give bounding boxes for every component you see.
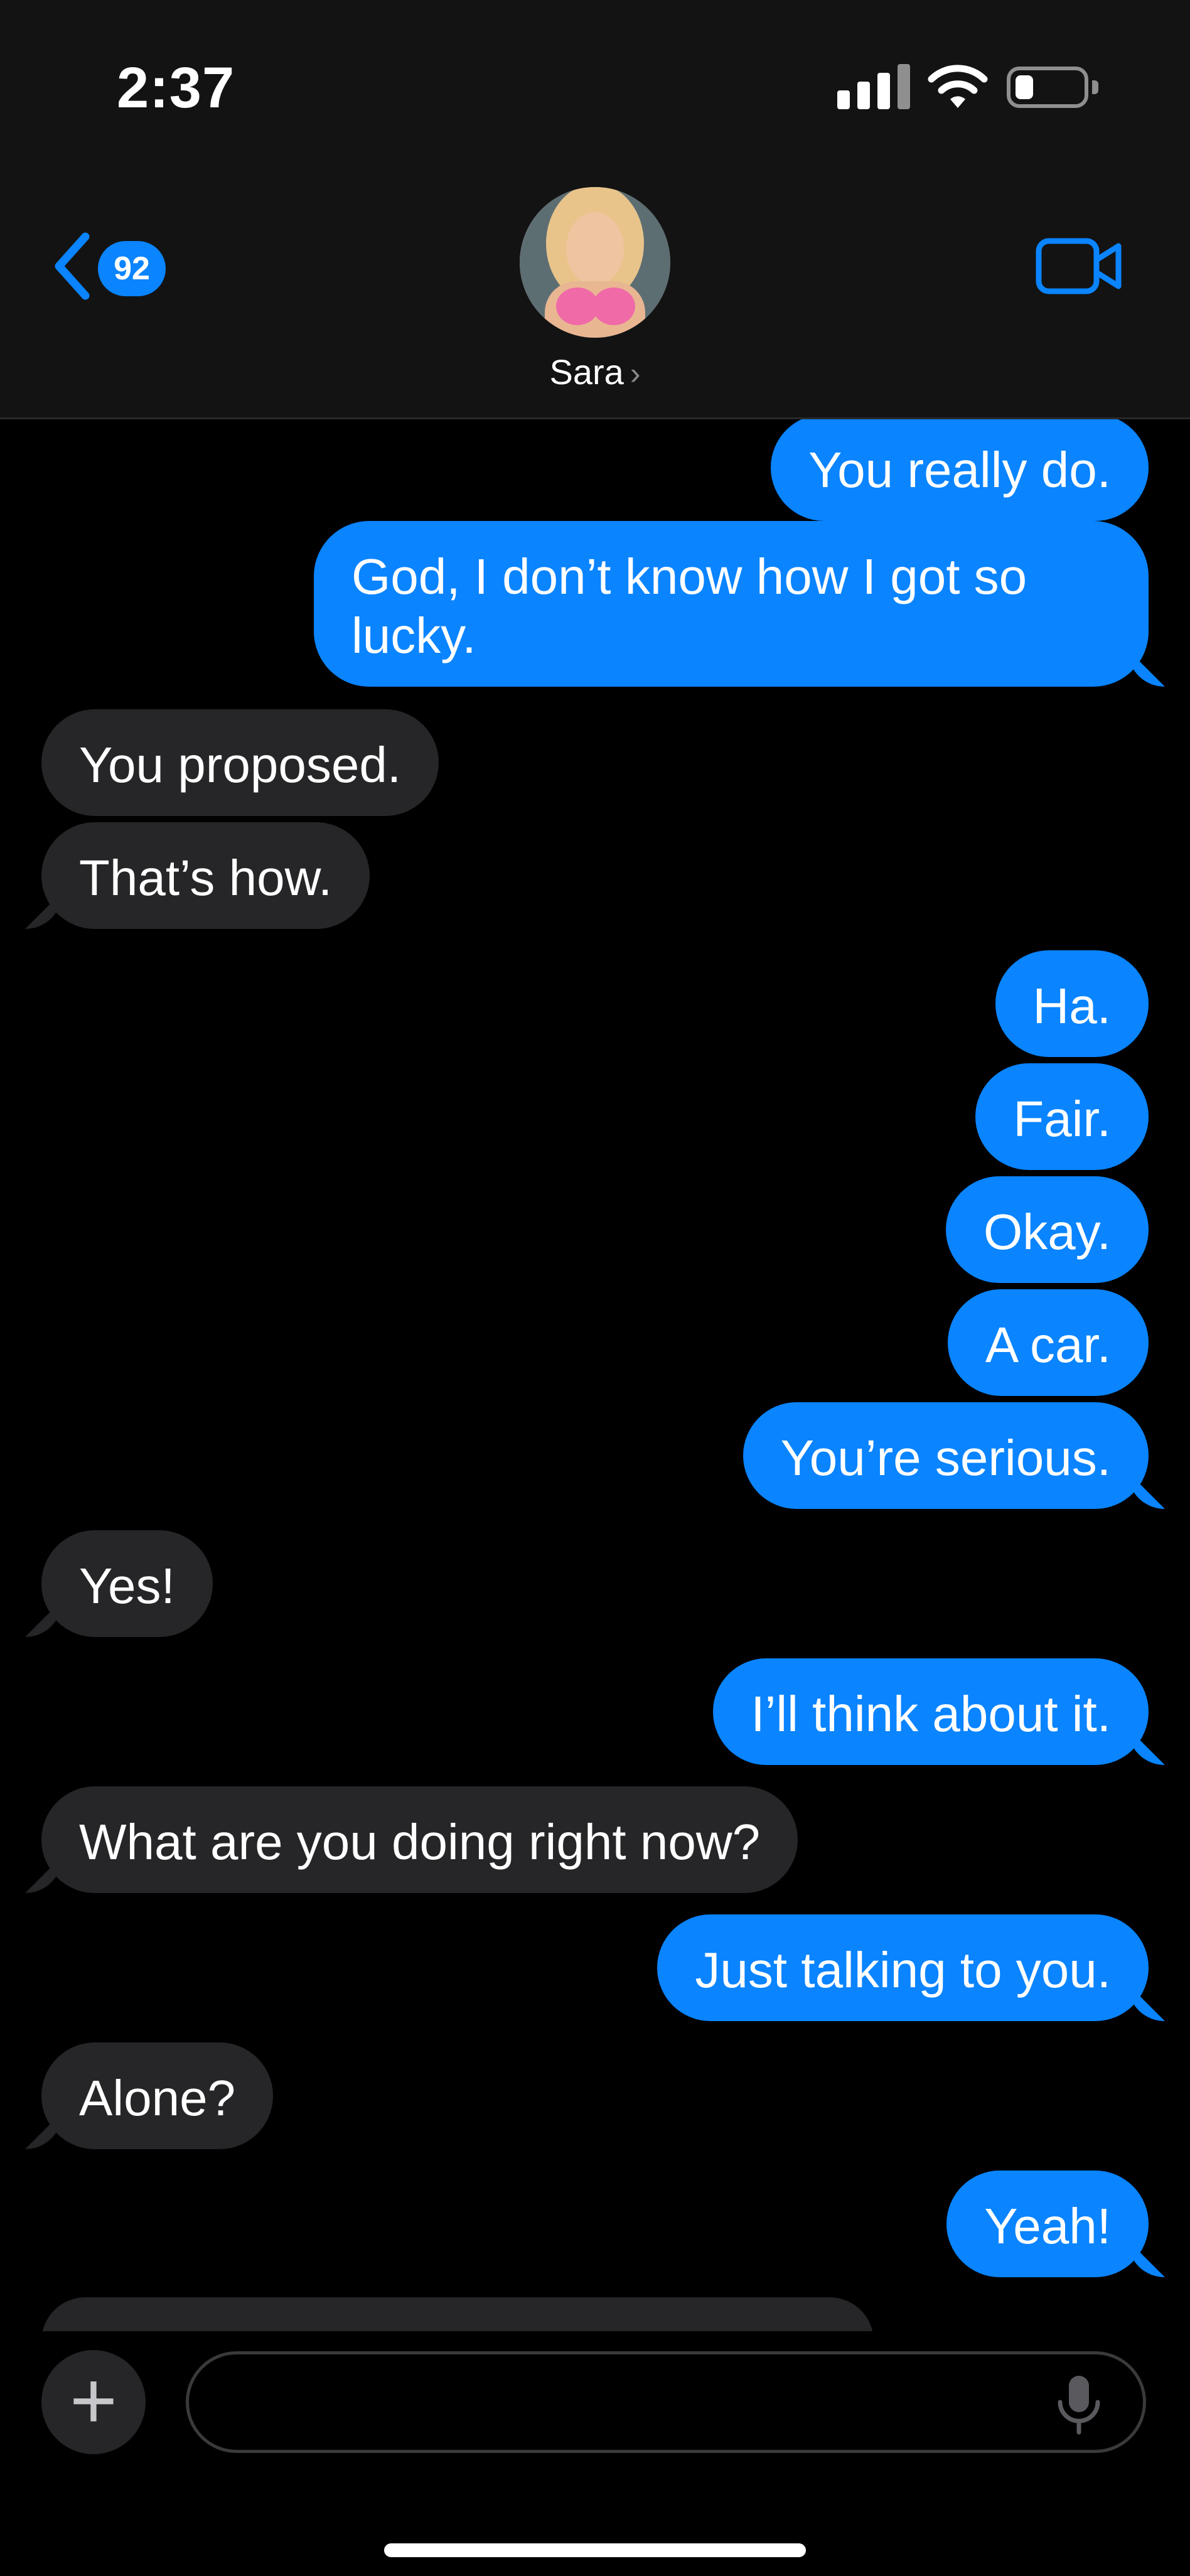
- battery-icon: [1007, 67, 1088, 108]
- message-bubble-sent[interactable]: You really do.: [771, 419, 1149, 521]
- microphone-icon: [1058, 2376, 1100, 2435]
- message-bubble-received[interactable]: That’s how.: [41, 822, 370, 929]
- message-bubble-received[interactable]: What are you doing right now?: [41, 1786, 798, 1893]
- message-bubble-received[interactable]: You proposed.: [41, 709, 439, 816]
- message-bubble-sent[interactable]: God, I don’t know how I got so lucky.: [314, 521, 1149, 687]
- chevron-right-icon: ›: [630, 356, 641, 391]
- message-composer: +: [0, 2331, 1190, 2576]
- microphone-button[interactable]: [1053, 2373, 1105, 2436]
- message-bubble-sent[interactable]: You’re serious.: [742, 1402, 1149, 1509]
- message-bubble-sent[interactable]: Ha.: [995, 950, 1149, 1057]
- message-bubble-sent[interactable]: Yeah!: [946, 2171, 1149, 2277]
- conversation-header: 2:37 92 Sara ›: [0, 0, 1190, 419]
- plus-icon: +: [70, 2354, 117, 2446]
- message-bubble-received-partial[interactable]: [41, 2297, 874, 2331]
- message-thread[interactable]: You really do. God, I don’t know how I g…: [0, 419, 1190, 2331]
- message-bubble-received[interactable]: Yes!: [41, 1530, 213, 1637]
- home-indicator[interactable]: [384, 2543, 806, 2557]
- video-call-button[interactable]: [1036, 236, 1123, 296]
- status-icons: [837, 60, 1101, 117]
- unread-count-badge: 92: [98, 241, 166, 296]
- wifi-icon: [928, 65, 988, 108]
- message-input[interactable]: [227, 2373, 1045, 2432]
- message-bubble-received[interactable]: Alone?: [41, 2042, 274, 2149]
- status-time: 2:37: [117, 56, 235, 120]
- video-camera-icon: [1036, 238, 1122, 294]
- plus-button[interactable]: +: [41, 2350, 146, 2454]
- contact-name[interactable]: Sara ›: [0, 352, 1190, 392]
- message-bubble-sent[interactable]: A car.: [947, 1289, 1149, 1396]
- message-input-field[interactable]: [186, 2351, 1146, 2453]
- chevron-left-icon: [55, 232, 90, 300]
- message-bubble-sent[interactable]: Okay.: [945, 1176, 1149, 1283]
- message-bubble-sent[interactable]: Just talking to you.: [657, 1914, 1149, 2021]
- message-bubble-sent[interactable]: I’ll think about it.: [713, 1658, 1149, 1765]
- back-button[interactable]: 92: [44, 228, 169, 304]
- message-bubble-sent[interactable]: Fair.: [975, 1063, 1149, 1170]
- contact-avatar[interactable]: [520, 187, 670, 338]
